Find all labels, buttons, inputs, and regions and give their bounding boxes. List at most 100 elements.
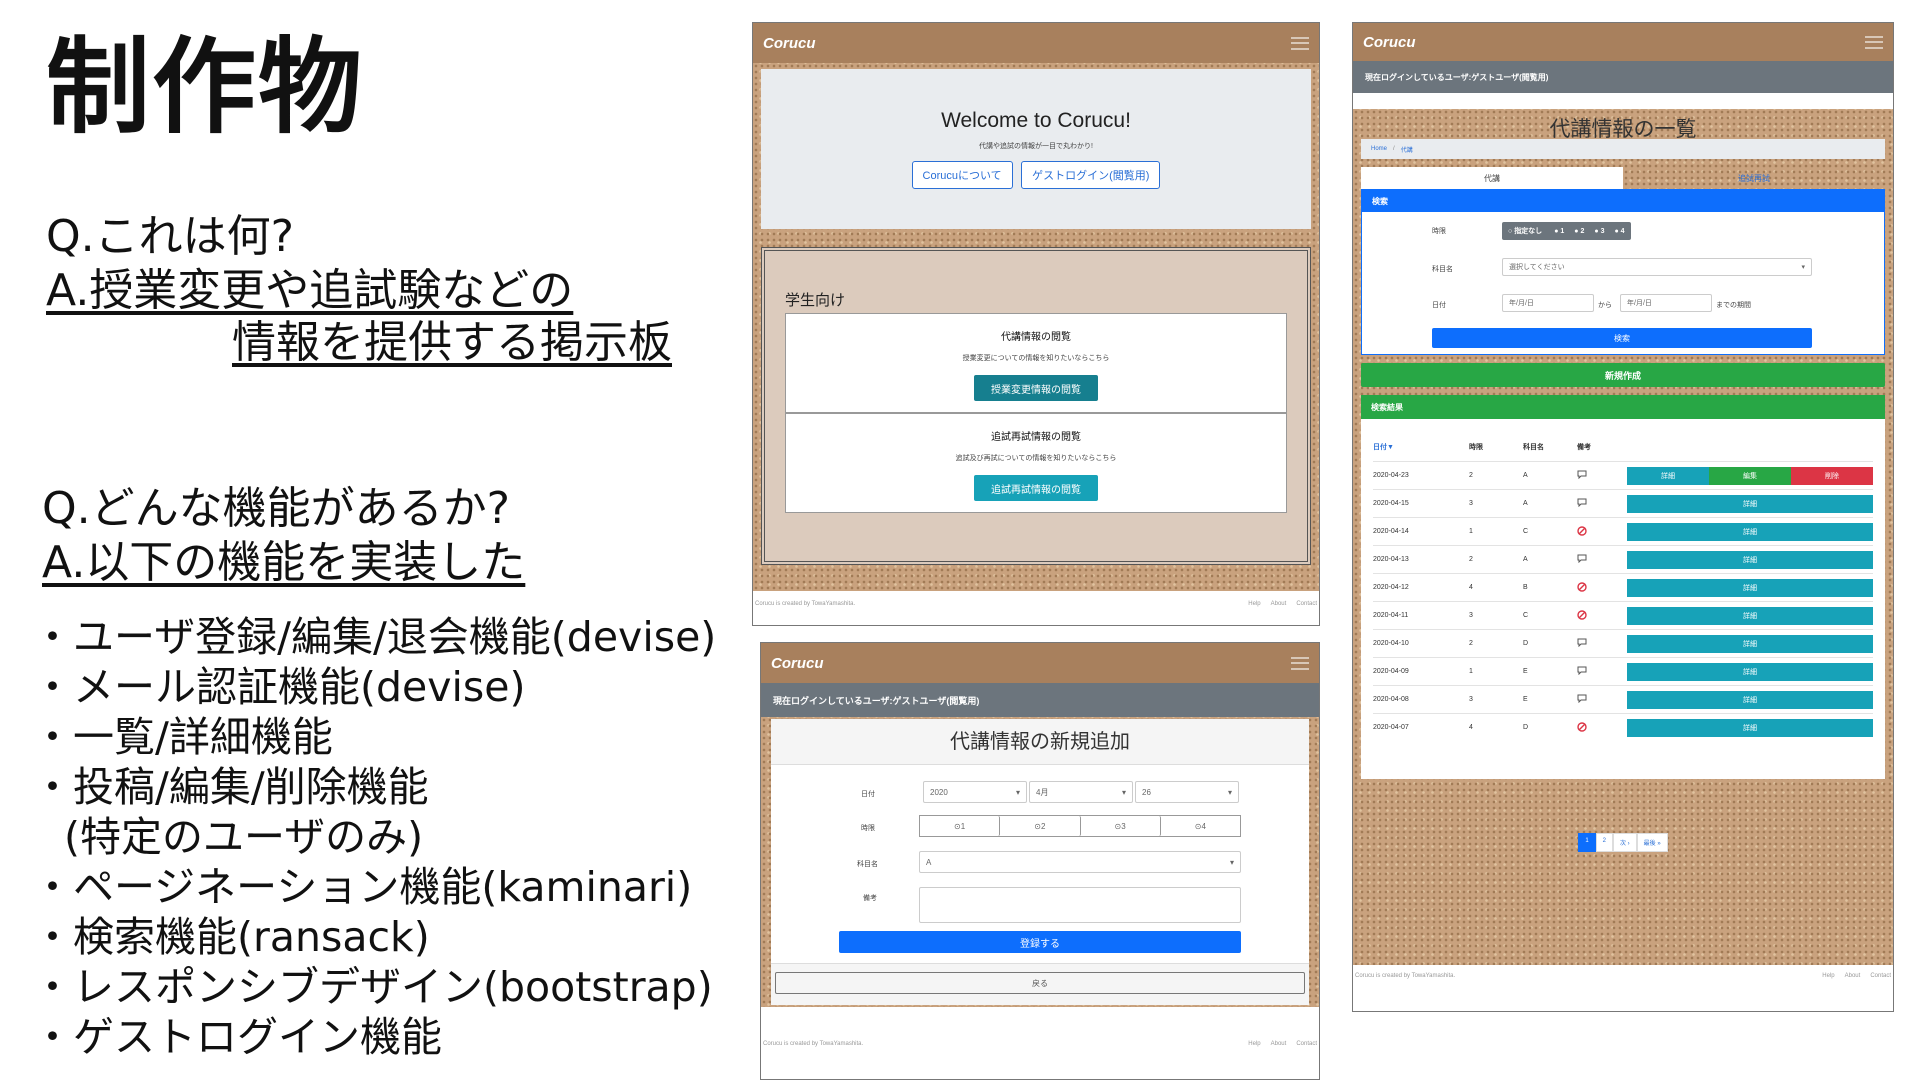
row-period: 2 [1469, 556, 1473, 563]
period-label: 時限 [1432, 228, 1446, 235]
feature-item: ・ゲストログイン機能 [32, 1013, 442, 1061]
footer-credit: Corucu is created by TowaYamashita. [763, 1041, 864, 1047]
pagination: 1 2 次 › 最後 » [1353, 833, 1893, 852]
period-radio[interactable]: ⊙ 2 [1000, 816, 1081, 836]
back-button[interactable]: 戻る [775, 972, 1305, 994]
detail-button[interactable]: 詳細 [1627, 690, 1873, 709]
year-select[interactable]: 2020 ▾ [923, 781, 1027, 803]
detail-button[interactable]: 詳細 [1627, 634, 1873, 653]
row-period: 1 [1469, 528, 1473, 535]
row-subject: C [1523, 612, 1529, 619]
footer-about-link[interactable]: About [1271, 601, 1287, 607]
period-radio[interactable]: ⊙ 1 [920, 816, 1001, 836]
form-card: 代講情報の新規追加 日付 2020 ▾ 4月 ▾ 26 ▾ 時限 ⊙ 1 ⊙ 2 ⊙ 3 ⊙… [771, 719, 1309, 1005]
view-substitute-button[interactable]: 授業変更情報の閲覧 [974, 375, 1098, 401]
date-to-input[interactable]: 年/月/日 [1620, 294, 1712, 312]
page-last[interactable]: 最後 » [1636, 833, 1668, 852]
new-button[interactable]: 新規作成 [1361, 363, 1885, 387]
page-1[interactable]: 1 [1578, 833, 1596, 852]
footer-about-link[interactable]: About [1271, 1041, 1287, 1047]
note-textarea[interactable] [919, 887, 1241, 923]
answer-1-line1: A.授業変更や追試験などの [46, 265, 574, 316]
guest-login-button[interactable]: ゲストログイン(閲覧用) [1021, 161, 1161, 189]
note-label: 備考 [863, 895, 877, 902]
feature-item: (特定のユーザのみ) [64, 813, 424, 861]
detail-button[interactable]: 詳細 [1627, 466, 1709, 485]
hamburger-menu-icon[interactable] [1291, 656, 1309, 670]
edit-button[interactable]: 編集 [1709, 466, 1791, 485]
row-subject: D [1523, 640, 1529, 647]
cork-background: 代講情報の新規追加 日付 2020 ▾ 4月 ▾ 26 ▾ 時限 ⊙ 1 ⊙ 2 ⊙ 3 ⊙… [761, 717, 1319, 1007]
footer-contact-link[interactable]: Contact [1870, 973, 1891, 979]
page-next[interactable]: 次 › [1613, 833, 1637, 852]
slide-title: 制作物 [46, 26, 365, 148]
date-label: 日付 [861, 791, 875, 798]
table-row: 2020-04-23 2 A 詳細 編集 削除 [1373, 461, 1873, 489]
detail-button[interactable]: 詳細 [1627, 578, 1873, 597]
answer-1-line2: 情報を提供する掲示板 [232, 317, 672, 368]
date-label: 日付 [1432, 302, 1446, 309]
breadcrumb-home[interactable]: Home [1371, 146, 1387, 152]
row-period: 4 [1469, 584, 1473, 591]
comment-icon [1577, 694, 1627, 705]
row-date: 2020-04-12 [1373, 584, 1409, 591]
period-option[interactable]: ● 4 [1614, 228, 1624, 235]
tab-substitute[interactable]: 代講 [1361, 167, 1623, 189]
footer-credit: Corucu is created by TowaYamashita. [1355, 973, 1456, 979]
footer-help-link[interactable]: Help [1248, 1041, 1260, 1047]
footer-help-link[interactable]: Help [1822, 973, 1834, 979]
welcome-heading: Welcome to Corucu! [941, 109, 1131, 132]
comment-icon [1577, 666, 1627, 677]
table-row: 2020-04-12 4 B 詳細 [1373, 573, 1873, 601]
row-date: 2020-04-10 [1373, 640, 1409, 647]
footer: Corucu is created by TowaYamashita. Help… [753, 601, 1319, 607]
period-option[interactable]: ○ 指定なし [1508, 226, 1542, 236]
row-period: 2 [1469, 472, 1473, 479]
hamburger-menu-icon[interactable] [1865, 35, 1883, 49]
no-note-icon [1577, 609, 1627, 622]
brand-logo[interactable]: Corucu [763, 35, 816, 52]
submit-button[interactable]: 登録する [839, 931, 1241, 953]
period-option[interactable]: ● 2 [1574, 228, 1584, 235]
detail-button[interactable]: 詳細 [1627, 606, 1873, 625]
footer-contact-link[interactable]: Contact [1296, 1041, 1317, 1047]
detail-button[interactable]: 詳細 [1627, 662, 1873, 681]
detail-button[interactable]: 詳細 [1627, 522, 1873, 541]
month-select[interactable]: 4月 ▾ [1029, 781, 1133, 803]
footer-help-link[interactable]: Help [1248, 601, 1260, 607]
detail-button[interactable]: 詳細 [1627, 718, 1873, 737]
day-select[interactable]: 26 ▾ [1135, 781, 1239, 803]
detail-button[interactable]: 詳細 [1627, 494, 1873, 513]
page-2[interactable]: 2 [1595, 833, 1613, 852]
feature-item: ・検索機能(ransack) [32, 913, 430, 961]
results-table: 日付▼ 時限 科目名 備考 2020-04-23 2 A 詳細 編集 削除 2020-04-… [1373, 433, 1873, 741]
cork-background: 代講情報の一覧 Home / 代講 代講 追試再試 検索 時限 ○ 指定なし ● 1… [1353, 109, 1893, 965]
brand-logo[interactable]: Corucu [771, 655, 824, 672]
student-section: 学生向け 代講情報の閲覧 授業変更についての情報を知りたいならこちら 授業変更情… [761, 247, 1311, 565]
login-status-bar: 現在ログインしているユーザ:ゲストユーザ(閲覧用) [1353, 61, 1893, 93]
subject-select[interactable]: A ▾ [919, 851, 1241, 873]
card-text: 授業変更についての情報を知りたいならこちら [962, 355, 1110, 362]
footer: Corucu is created by TowaYamashita. Help… [761, 1041, 1319, 1047]
about-button[interactable]: Corucuについて [911, 161, 1013, 189]
tab-makeup[interactable]: 追試再試 [1623, 167, 1885, 189]
detail-button[interactable]: 詳細 [1627, 550, 1873, 569]
hamburger-menu-icon[interactable] [1291, 36, 1309, 50]
brand-logo[interactable]: Corucu [1363, 34, 1416, 51]
footer-contact-link[interactable]: Contact [1296, 601, 1317, 607]
subject-select[interactable]: 選択してください ▾ [1502, 258, 1812, 276]
search-button[interactable]: 検索 [1432, 328, 1812, 348]
date-from-input[interactable]: 年/月/日 [1502, 294, 1594, 312]
period-option[interactable]: ● 3 [1594, 228, 1604, 235]
period-radio[interactable]: ⊙ 4 [1160, 816, 1240, 836]
footer-about-link[interactable]: About [1845, 973, 1861, 979]
table-header-row: 日付▼ 時限 科目名 備考 [1373, 433, 1873, 461]
row-actions: 詳細 [1627, 494, 1873, 513]
period-option[interactable]: ● 1 [1554, 228, 1564, 235]
feature-item: ・ユーザ登録/編集/退会機能(devise) [32, 613, 717, 661]
sort-date-column[interactable]: 日付▼ [1373, 442, 1469, 452]
delete-button[interactable]: 削除 [1791, 466, 1873, 485]
row-subject: A [1523, 500, 1528, 507]
period-radio[interactable]: ⊙ 3 [1080, 816, 1161, 836]
view-makeup-button[interactable]: 追試再試情報の閲覧 [974, 475, 1098, 501]
